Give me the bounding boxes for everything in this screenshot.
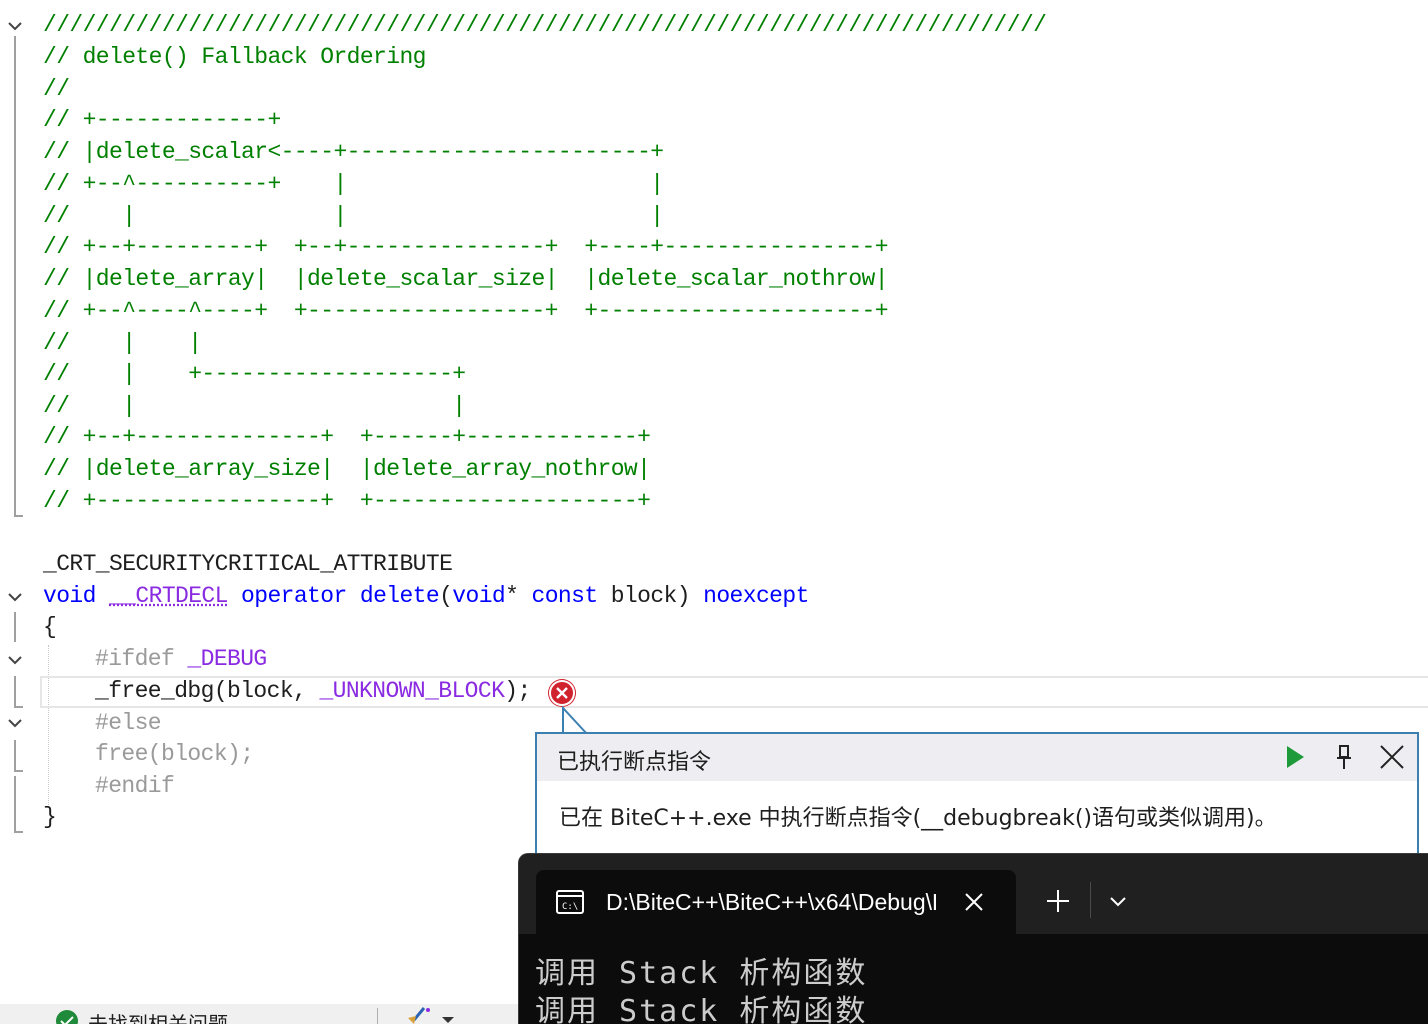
code-comment-line: // +--+--------------+ +------+---------… bbox=[43, 424, 651, 450]
exception-popup: 已执行断点指令 已在 BiteC++.exe 中执行断点指令(__debugbr… bbox=[535, 732, 1419, 872]
code-comment-line: // | | bbox=[43, 330, 202, 356]
code-comment-line: // +--^----^----+ +------------------+ +… bbox=[43, 298, 889, 324]
code-param: block) bbox=[597, 583, 704, 609]
terminal-tab-bar: C:\ D:\BiteC++\BiteC++\x64\Debug\BiteC++… bbox=[519, 854, 1428, 934]
code-pointer: * bbox=[505, 583, 532, 609]
code-signature-line: void __CRTDECL operator delete(void* con… bbox=[43, 580, 809, 612]
code-comment-line: // +--^----------+ | | bbox=[43, 171, 664, 197]
code-call-prefix: _free_dbg(block, bbox=[95, 678, 320, 704]
code-comment-line: // +-----------------+ +----------------… bbox=[43, 488, 651, 514]
svg-text:C:\: C:\ bbox=[562, 902, 578, 912]
continue-button[interactable] bbox=[1279, 742, 1309, 772]
code-comment-line: // +-------------+ bbox=[43, 107, 281, 133]
play-icon bbox=[1287, 746, 1304, 768]
close-icon bbox=[1380, 745, 1404, 769]
tab-close-icon[interactable] bbox=[964, 892, 984, 912]
exception-message: 已在 BiteC++.exe 中执行断点指令(__debugbreak()语句或… bbox=[559, 806, 1277, 831]
terminal-tab[interactable]: C:\ D:\BiteC++\BiteC++\x64\Debug\BiteC++… bbox=[536, 870, 1016, 934]
issues-status-text[interactable]: 未找到相关问题 bbox=[88, 1008, 228, 1024]
directive-else: #else bbox=[95, 710, 162, 736]
keyword-operator: operator bbox=[241, 583, 347, 609]
keyword-void-param: void bbox=[452, 583, 506, 609]
code-comment-line: // | | | bbox=[43, 203, 664, 229]
exception-title: 已执行断点指令 bbox=[557, 750, 712, 775]
fold-collapse-icon[interactable] bbox=[6, 651, 24, 669]
console-icon: C:\ bbox=[556, 890, 584, 914]
code-free-line: free(block); bbox=[95, 741, 254, 767]
code-brace-close: } bbox=[43, 804, 57, 830]
macro-unknown-block: _UNKNOWN_BLOCK bbox=[319, 678, 505, 704]
macro-crtdecl: __CRTDECL bbox=[109, 583, 228, 609]
chevron-down-icon[interactable] bbox=[1109, 894, 1127, 908]
keyword-delete: delete bbox=[359, 583, 440, 609]
macro-debug: _DEBUG bbox=[187, 646, 267, 672]
fold-collapse-icon[interactable] bbox=[6, 17, 24, 35]
code-comment-line: // |delete_array_size| |delete_array_not… bbox=[43, 456, 651, 482]
code-paren: ( bbox=[439, 583, 453, 609]
keyword-void: void bbox=[43, 583, 96, 609]
popup-close-button[interactable] bbox=[1377, 742, 1407, 772]
code-comment-line: ////////////////////////////////////////… bbox=[43, 12, 1047, 38]
fold-collapse-icon[interactable] bbox=[6, 588, 24, 606]
status-divider bbox=[377, 1008, 378, 1024]
code-comment-line: // | | bbox=[43, 393, 466, 419]
code-brace-open: { bbox=[43, 614, 57, 640]
code-call-line: _free_dbg(block, _UNKNOWN_BLOCK); bbox=[95, 675, 531, 707]
keyword-const: const bbox=[531, 583, 599, 609]
fold-collapse-icon[interactable] bbox=[6, 714, 24, 732]
code-comment-line: // |delete_scalar<----+-----------------… bbox=[43, 139, 664, 165]
keyword-noexcept: noexcept bbox=[703, 583, 809, 609]
new-tab-icon[interactable] bbox=[1047, 890, 1069, 912]
terminal-output-line: 调用 Stack 析构函数 bbox=[535, 994, 868, 1024]
directive-ifdef: #ifdef bbox=[95, 646, 175, 672]
code-ifdef-line: #ifdef _DEBUG bbox=[95, 643, 267, 675]
terminal-tab-title: D:\BiteC++\BiteC++\x64\Debug\BiteC++.exe bbox=[606, 889, 936, 915]
error-icon[interactable] bbox=[549, 680, 575, 706]
exception-header: 已执行断点指令 bbox=[537, 734, 1417, 781]
broom-icon[interactable] bbox=[404, 1006, 434, 1024]
code-comment-line: // delete() Fallback Ordering bbox=[43, 44, 426, 70]
chevron-down-icon[interactable] bbox=[441, 1016, 455, 1024]
code-comment-line: // | +-------------------+ bbox=[43, 361, 466, 387]
directive-endif: #endif bbox=[95, 773, 175, 799]
pin-button[interactable] bbox=[1329, 742, 1359, 772]
code-attribute-line: _CRT_SECURITYCRITICAL_ATTRIBUTE bbox=[43, 551, 453, 577]
code-comment-line: // +--+---------+ +--+---------------+ +… bbox=[43, 234, 889, 260]
terminal-window[interactable]: C:\ D:\BiteC++\BiteC++\x64\Debug\BiteC++… bbox=[518, 853, 1428, 1024]
code-call-suffix: ); bbox=[504, 678, 531, 704]
tab-separator bbox=[1090, 882, 1091, 918]
pin-icon bbox=[1337, 745, 1351, 769]
code-comment-line: // bbox=[43, 76, 70, 102]
code-comment-line: // |delete_array| |delete_scalar_size| |… bbox=[43, 266, 889, 292]
